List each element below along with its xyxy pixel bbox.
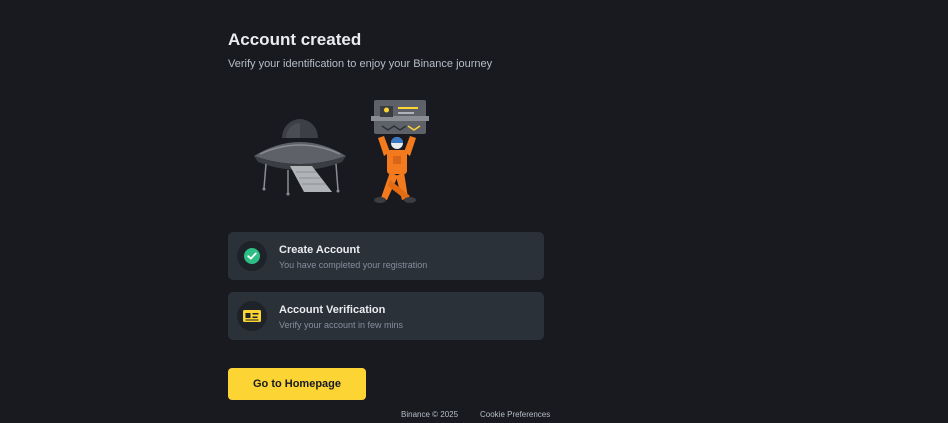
step-description: Verify your account in few mins — [279, 320, 404, 330]
id-card-icon — [237, 301, 267, 331]
step-title: Create Account — [279, 244, 360, 256]
page-subtitle: Verify your identification to enjoy your… — [228, 58, 493, 70]
step-create-account: Create Account You have completed your r… — [228, 232, 544, 280]
page-title: Account created — [228, 30, 362, 49]
step-title: Account Verification — [279, 304, 386, 316]
check-circle-icon — [237, 241, 267, 271]
step-account-verification[interactable]: Account Verification Verify your account… — [228, 292, 544, 340]
footer-copyright: Binance © 2025 — [401, 410, 459, 419]
step-description: You have completed your registration — [279, 260, 428, 270]
cookie-preferences-link[interactable]: Cookie Preferences — [480, 410, 550, 419]
spaceship-astronaut-illustration — [254, 100, 429, 203]
go-to-homepage-button[interactable]: Go to Homepage — [228, 368, 366, 400]
account-created-page: Account created Verify your identificati… — [0, 0, 948, 423]
